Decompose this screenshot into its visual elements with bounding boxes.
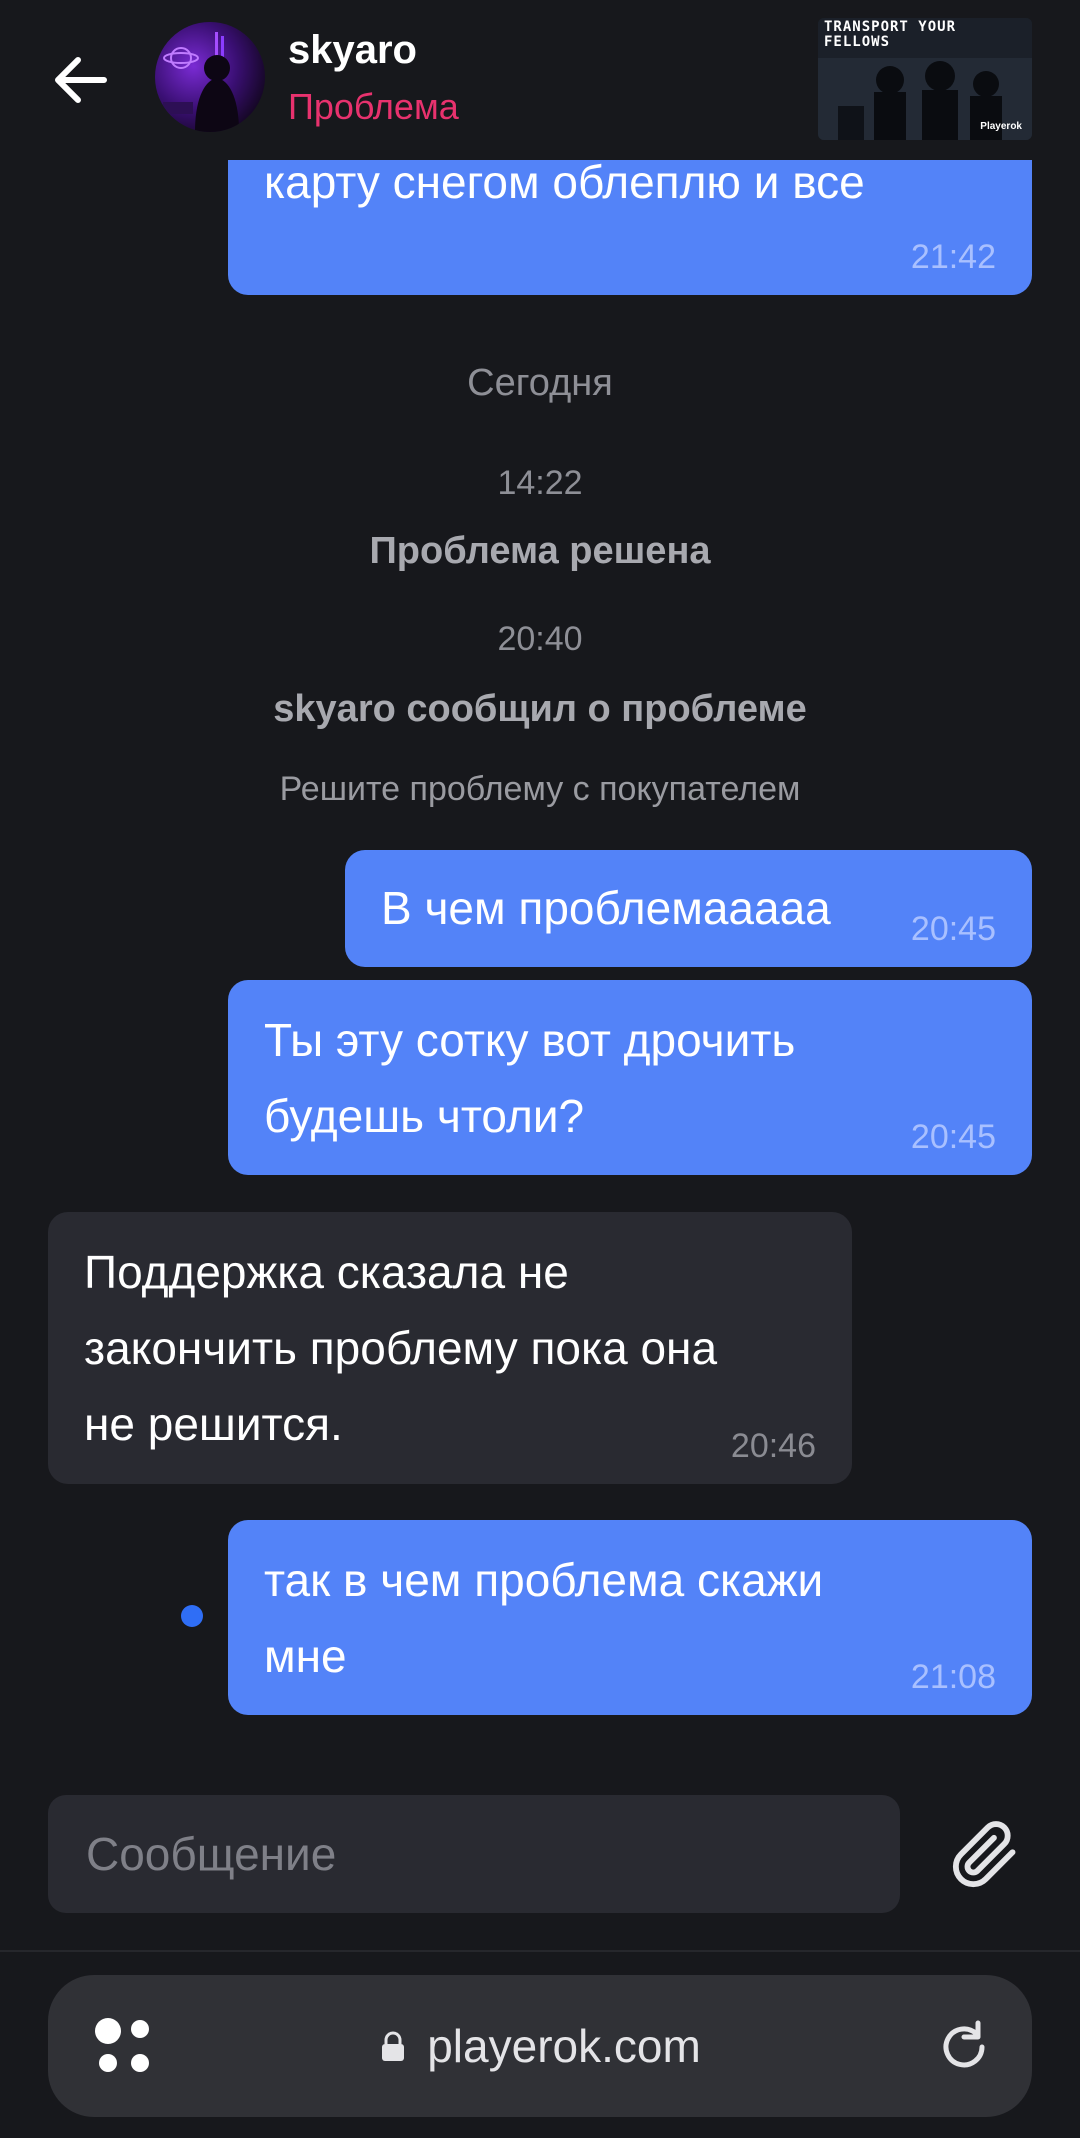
unread-indicator: [181, 1605, 203, 1627]
message-time: 21:08: [910, 1658, 996, 1696]
user-name[interactable]: skyaro: [288, 28, 417, 73]
system-event-subtitle: Решите проблему с покупателем: [279, 770, 801, 808]
message-text: карту снегом облеплю и все: [264, 160, 865, 208]
date-separator: Сегодня: [467, 362, 613, 404]
message-text: будешь чтоли?: [264, 1090, 585, 1142]
incoming-message[interactable]: Поддержка сказала не закончить проблему …: [48, 1212, 852, 1484]
product-thumbnail[interactable]: TRANSPORT YOUR FELLOWS Playerok: [818, 18, 1032, 140]
system-event-time: 20:40: [497, 620, 583, 658]
message-input[interactable]: [84, 1823, 868, 1885]
url-field[interactable]: playerok.com: [48, 1975, 1032, 2117]
outgoing-message[interactable]: Ты эту сотку вот дрочить будешь чтоли? 2…: [228, 980, 1032, 1175]
system-event-title: Проблема решена: [369, 530, 711, 572]
browser-address-bar[interactable]: playerok.com: [48, 1975, 1032, 2117]
message-time: 20:45: [910, 1118, 996, 1156]
message-list[interactable]: карту снегом облеплю и все 21:42 Сегодня…: [0, 160, 1080, 1950]
outgoing-message[interactable]: так в чем проблема скажи мне 21:08: [228, 1520, 1032, 1715]
system-event-title: skyaro сообщил о проблеме: [273, 688, 807, 730]
system-event-time: 14:22: [497, 464, 583, 502]
message-time: 20:46: [730, 1427, 816, 1465]
product-title: TRANSPORT YOUR FELLOWS: [824, 19, 957, 50]
back-arrow-icon[interactable]: [46, 44, 118, 116]
message-time: 21:42: [910, 238, 996, 276]
message-text: Ты эту сотку вот дрочить: [264, 1014, 796, 1066]
message-text: мне: [264, 1630, 347, 1682]
message-text: В чем проблемааааа: [381, 882, 831, 934]
reload-icon[interactable]: [934, 2017, 994, 2077]
lock-icon: [379, 2030, 407, 2062]
outgoing-message[interactable]: В чем проблемааааа 20:45: [345, 850, 1032, 967]
avatar[interactable]: [155, 22, 265, 132]
chat-header: skyaro Проблема TRANSPORT YOUR FELLOWS P…: [0, 0, 1080, 160]
outgoing-message[interactable]: карту снегом облеплю и все 21:42: [228, 160, 1032, 295]
message-time: 20:45: [910, 910, 996, 948]
message-text: Поддержка сказала не: [84, 1246, 569, 1298]
message-text: так в чем проблема скажи: [264, 1554, 824, 1606]
message-composer: [48, 1795, 900, 1913]
divider: [0, 1950, 1080, 1952]
product-brand: Playerok: [980, 121, 1022, 132]
deal-status: Проблема: [288, 86, 459, 127]
message-text: закончить проблему пока она: [84, 1322, 718, 1374]
url-text: playerok.com: [427, 2020, 701, 2072]
message-text: не решится.: [84, 1398, 343, 1450]
paperclip-icon[interactable]: [950, 1820, 1020, 1890]
